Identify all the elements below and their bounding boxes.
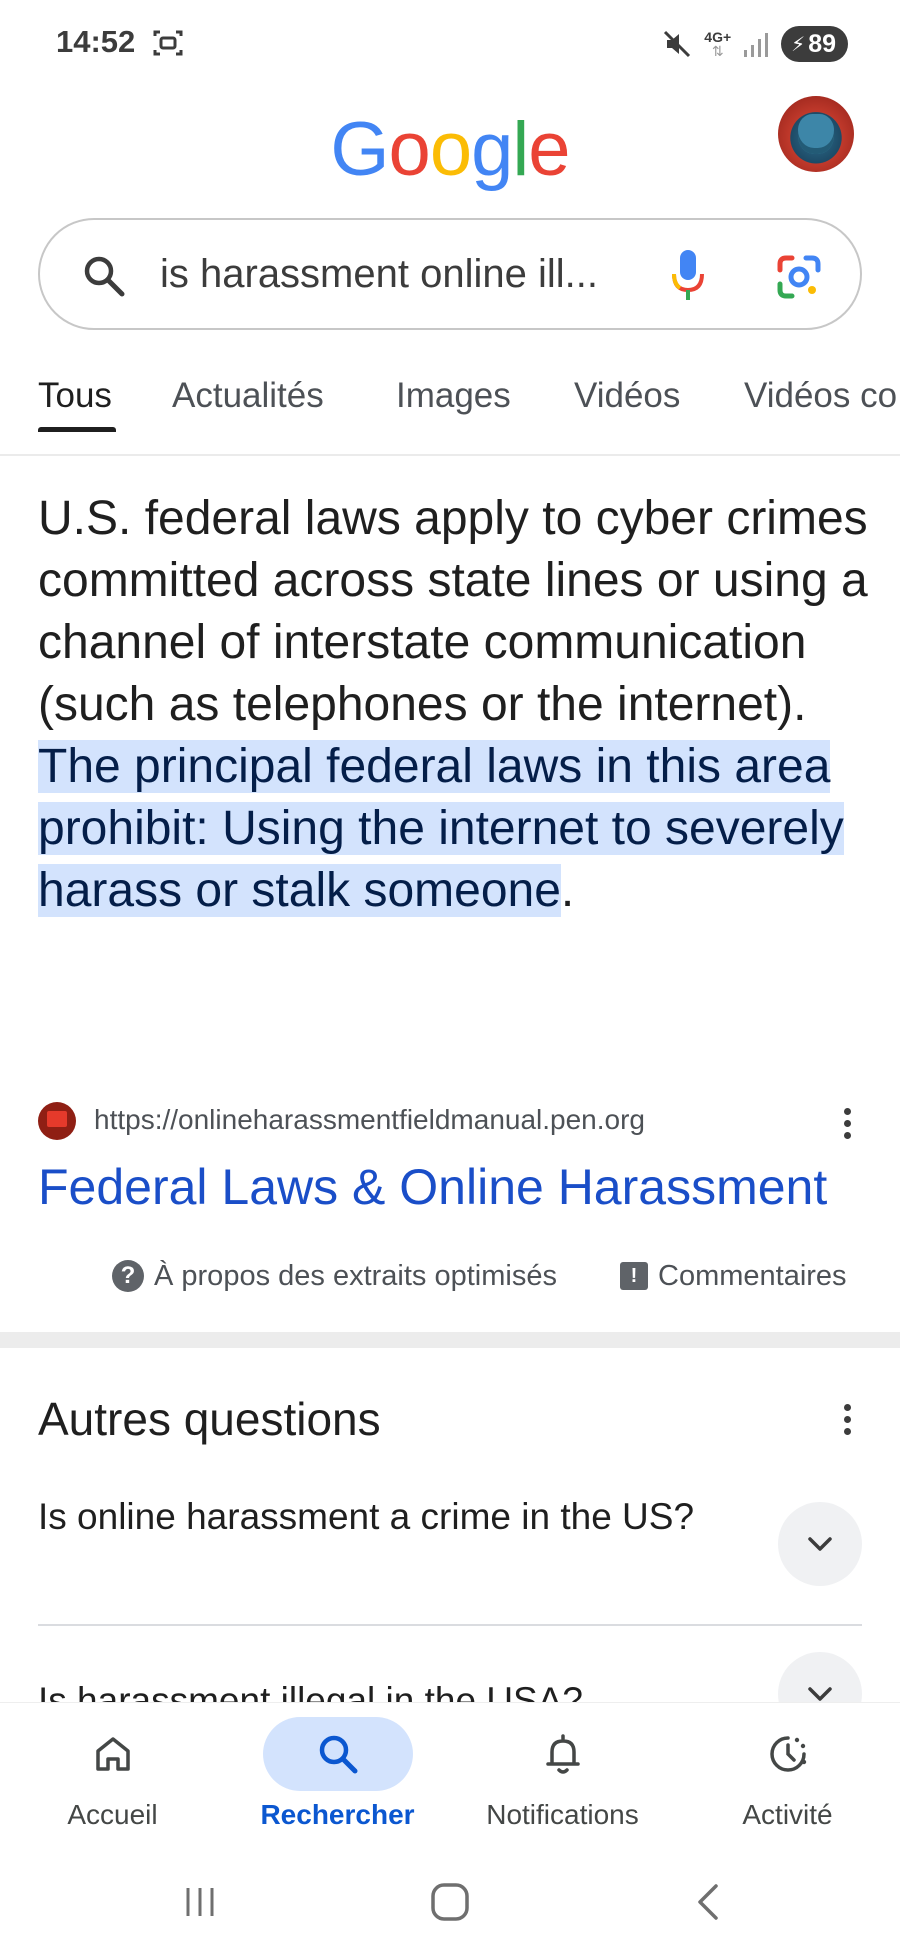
- system-navigation-bar: [0, 1854, 900, 1950]
- search-icon: [319, 1735, 357, 1774]
- network-icon: 4G+ ⇅: [704, 29, 732, 59]
- google-logo: Google: [330, 107, 570, 192]
- result-more-options-icon[interactable]: [844, 1108, 852, 1142]
- source-url[interactable]: https://onlineharassmentfieldmanual.pen.…: [94, 1104, 645, 1136]
- featured-snippet-text: U.S. federal laws apply to cyber crimes …: [38, 488, 868, 922]
- status-time: 14:52: [56, 24, 136, 59]
- people-also-ask-more-icon[interactable]: [844, 1404, 852, 1438]
- tab-actualites[interactable]: Actualités: [172, 376, 324, 416]
- expand-chevron-icon[interactable]: [778, 1502, 862, 1586]
- question-divider: [38, 1624, 862, 1626]
- account-avatar[interactable]: [778, 96, 854, 172]
- snippet-end: .: [560, 864, 575, 917]
- expand-chevron-icon[interactable]: [778, 1652, 862, 1702]
- bottom-navigation: Accueil Rechercher Notifications Activit…: [0, 1702, 900, 1854]
- back-icon[interactable]: [688, 1882, 728, 1922]
- tab-videos-courtes[interactable]: Vidéos co: [744, 376, 897, 416]
- result-title-link[interactable]: Federal Laws & Online Harassment: [38, 1158, 827, 1216]
- nav-activite[interactable]: Activité: [675, 1703, 900, 1855]
- about-snippets-label: À propos des extraits optimisés: [154, 1259, 557, 1292]
- bell-icon: [545, 1734, 580, 1774]
- about-snippets-link[interactable]: ? À propos des extraits optimisés: [112, 1256, 557, 1296]
- tab-tous[interactable]: Tous: [38, 376, 112, 416]
- search-icon: [84, 256, 125, 297]
- people-also-ask-title: Autres questions: [38, 1393, 381, 1445]
- home-icon: [95, 1737, 130, 1771]
- feedback-label: Commentaires: [658, 1259, 847, 1292]
- nav-label: Rechercher: [260, 1799, 415, 1830]
- nav-rechercher[interactable]: Rechercher: [225, 1703, 450, 1855]
- snippet-text: U.S. federal laws apply to cyber crimes …: [38, 492, 868, 731]
- tab-videos[interactable]: Vidéos: [574, 376, 680, 416]
- home-button-icon[interactable]: [430, 1882, 470, 1922]
- recent-apps-icon[interactable]: [180, 1882, 220, 1922]
- signal-icon: [744, 33, 769, 57]
- mic-icon[interactable]: [668, 246, 708, 306]
- network-label: 4G+: [704, 29, 732, 45]
- search-bar[interactable]: is harassment online ill...: [38, 218, 862, 330]
- site-favicon-icon: [38, 1102, 76, 1140]
- nav-label: Notifications: [486, 1799, 639, 1830]
- nav-label: Accueil: [67, 1799, 158, 1830]
- result-source[interactable]: https://onlineharassmentfieldmanual.pen.…: [38, 1100, 868, 1140]
- nav-notifications[interactable]: Notifications: [450, 1703, 675, 1855]
- active-tab-indicator: [38, 427, 116, 432]
- search-tabs: Tous Actualités Images Vidéos Vidéos co: [0, 372, 900, 456]
- help-icon: ?: [112, 1260, 144, 1292]
- question-item[interactable]: Is harassment illegal in the USA?: [38, 1676, 738, 1702]
- battery-level: 89: [808, 29, 836, 58]
- battery-icon: ⚡ 89: [781, 26, 848, 62]
- nav-accueil[interactable]: Accueil: [0, 1703, 225, 1855]
- tab-images[interactable]: Images: [396, 376, 511, 416]
- activity-icon: [769, 1736, 806, 1772]
- screen-record-icon: [153, 30, 183, 56]
- status-bar: 14:52 4G+ ⇅ ⚡ 89: [0, 0, 900, 86]
- question-clip: Is harassment illegal in the USA?: [0, 1640, 900, 1702]
- status-icons: 4G+ ⇅ ⚡ 89: [662, 24, 848, 64]
- section-divider: [0, 1332, 900, 1348]
- snippet-highlight: The principal federal laws in this area …: [38, 740, 844, 917]
- nav-label: Activité: [742, 1799, 833, 1830]
- question-item[interactable]: Is online harassment a crime in the US?: [38, 1492, 738, 1542]
- search-input[interactable]: is harassment online ill...: [160, 252, 598, 297]
- feedback-link[interactable]: ! Commentaires: [620, 1256, 847, 1296]
- feedback-icon: !: [620, 1262, 648, 1290]
- google-lens-icon[interactable]: [774, 252, 824, 302]
- mute-icon: [664, 30, 691, 58]
